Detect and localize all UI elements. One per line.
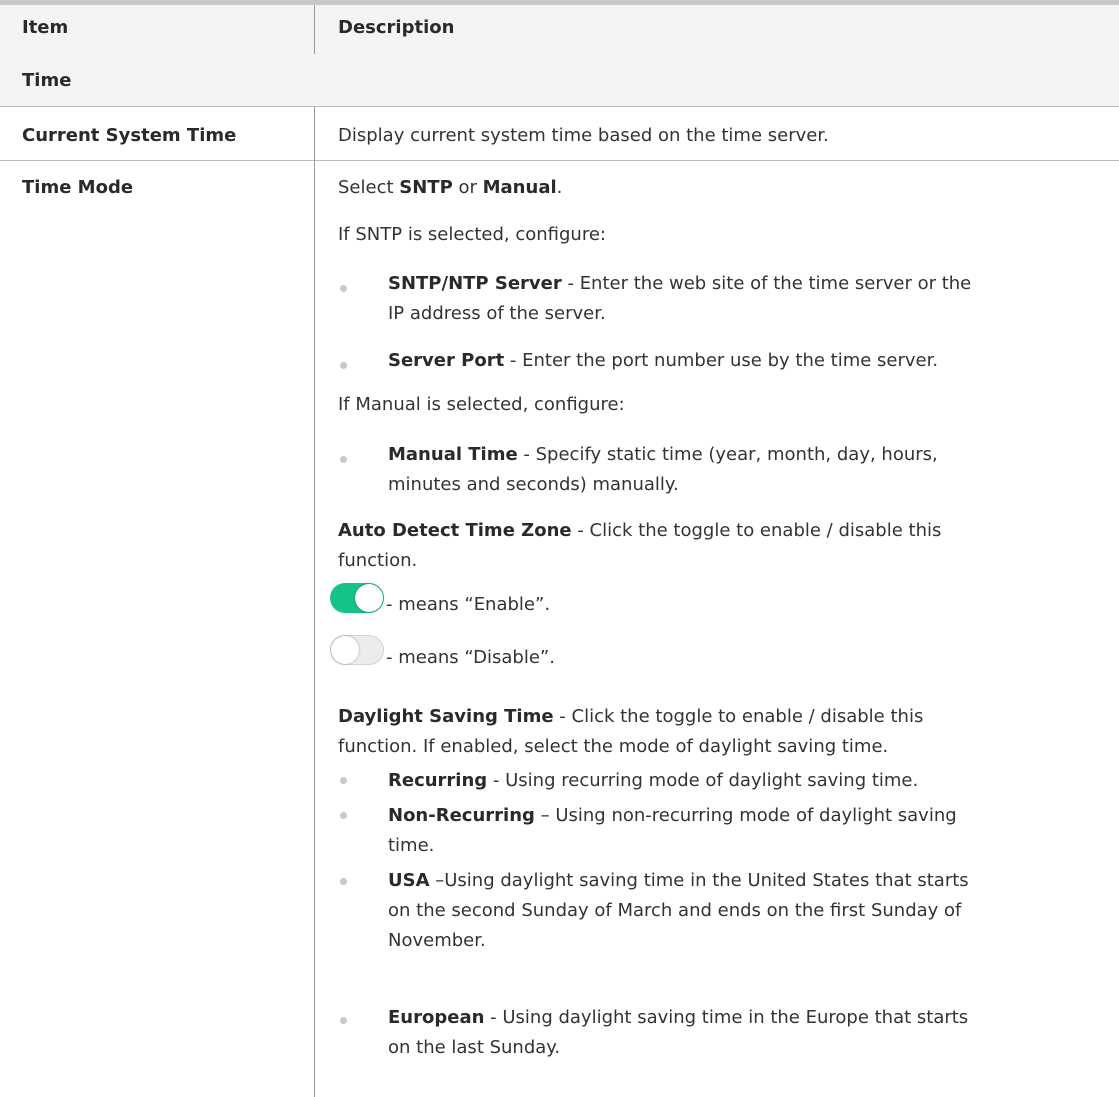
bullet-sntp-ntp-server: SNTP/NTP Server - Enter the web site of …: [388, 273, 972, 324]
bullet-icon: [340, 456, 347, 463]
row-description-current-system-time: Display current system time based on the…: [338, 125, 829, 146]
bullet-manual-time: Manual Time - Specify static time (year,…: [388, 444, 938, 495]
bullet-recurring: Recurring - Using recurring mode of dayl…: [388, 770, 919, 791]
header-item: Item: [22, 17, 69, 38]
bullet-european: European - Using daylight saving time in…: [388, 1007, 969, 1058]
header-description: Description: [338, 17, 455, 38]
sntp-intro: If SNTP is selected, configure:: [338, 224, 606, 245]
toggle-on-caption: - means “Enable”.: [386, 594, 551, 615]
description-table: Item Description Time Current System Tim…: [0, 0, 1119, 1097]
bullet-icon: [340, 362, 347, 369]
row-divider: [0, 160, 1119, 161]
row-divider: [0, 106, 1119, 107]
auto-detect-time-zone-text: Auto Detect Time Zone - Click the toggle…: [338, 520, 942, 571]
bullet-icon: [340, 777, 347, 784]
column-divider: [314, 160, 315, 1097]
toggle-off-icon: [330, 635, 384, 665]
column-divider: [314, 106, 315, 160]
bullet-server-port: Server Port - Enter the port number use …: [388, 350, 939, 371]
section-time-row: [0, 54, 1119, 106]
time-mode-select-text: Select SNTP or Manual.: [338, 177, 563, 198]
header-column-divider: [314, 5, 315, 54]
daylight-saving-time-text: Daylight Saving Time - Click the toggle …: [338, 706, 924, 757]
bullet-icon: [340, 285, 347, 292]
bullet-non-recurring: Non-Recurring – Using non-recurring mode…: [388, 805, 957, 856]
bullet-icon: [340, 1017, 347, 1024]
bullet-usa: USA –Using daylight saving time in the U…: [388, 870, 969, 951]
row-item-time-mode: Time Mode: [22, 177, 134, 198]
row-item-current-system-time: Current System Time: [22, 125, 237, 146]
bullet-icon: [340, 878, 347, 885]
bullet-icon: [340, 812, 347, 819]
toggle-on-icon: [330, 583, 384, 613]
section-title: Time: [22, 70, 72, 91]
table-header: [0, 5, 1119, 54]
toggle-off-caption: - means “Disable”.: [386, 647, 555, 668]
manual-intro: If Manual is selected, configure:: [338, 394, 625, 415]
